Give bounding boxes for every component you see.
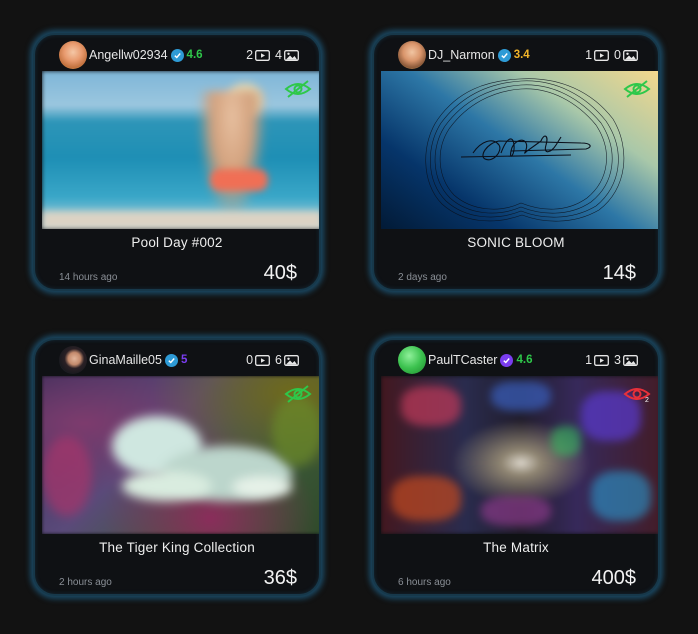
posted-time: 6 hours ago bbox=[398, 577, 451, 588]
eye-visible-icon[interactable] bbox=[284, 79, 312, 99]
video-count: 0 bbox=[246, 353, 254, 367]
username[interactable]: Angellw02934 bbox=[89, 48, 168, 62]
nft-card[interactable]: GinaMaille05 5 0 6 The Tiger King Collec… bbox=[33, 338, 321, 596]
user-score: 4.6 bbox=[186, 49, 203, 61]
price: 14$ bbox=[602, 262, 636, 284]
video-count: 1 bbox=[585, 48, 593, 62]
username[interactable]: PaulTCaster bbox=[428, 353, 497, 367]
posted-time: 2 hours ago bbox=[59, 577, 112, 588]
media-counts: 1 3 bbox=[585, 353, 638, 367]
posted-time: 2 days ago bbox=[398, 272, 447, 283]
video-count: 1 bbox=[585, 353, 593, 367]
avatar[interactable] bbox=[398, 346, 426, 374]
price: 36$ bbox=[263, 567, 297, 589]
card-image[interactable]: 2 bbox=[381, 376, 658, 534]
video-icon bbox=[594, 354, 609, 366]
media-counts: 1 0 bbox=[585, 48, 638, 62]
video-icon bbox=[255, 354, 270, 366]
video-icon bbox=[594, 49, 609, 61]
eye-badge-count: 2 bbox=[645, 397, 649, 404]
image-icon bbox=[284, 354, 299, 366]
user-score: 3.4 bbox=[513, 49, 530, 61]
avatar[interactable] bbox=[59, 41, 87, 69]
price: 40$ bbox=[263, 262, 297, 284]
media-counts: 2 4 bbox=[246, 48, 299, 62]
username[interactable]: DJ_Narmon bbox=[428, 48, 495, 62]
sonic-wave-art bbox=[425, 78, 625, 222]
verified-badge-icon bbox=[164, 353, 178, 367]
card-title[interactable]: SONIC BLOOM bbox=[374, 235, 658, 250]
posted-time: 14 hours ago bbox=[59, 272, 118, 283]
card-title[interactable]: The Tiger King Collection bbox=[35, 540, 319, 555]
user-score: 4.6 bbox=[516, 354, 533, 366]
media-counts: 0 6 bbox=[246, 353, 299, 367]
video-icon bbox=[255, 49, 270, 61]
card-header: PaulTCaster 4.6 1 3 bbox=[398, 345, 638, 375]
user-score: 5 bbox=[180, 354, 188, 366]
verified-badge-icon bbox=[170, 48, 184, 62]
card-title[interactable]: Pool Day #002 bbox=[35, 235, 319, 250]
username[interactable]: GinaMaille05 bbox=[89, 353, 162, 367]
nft-card[interactable]: Angellw02934 4.6 2 4 Pool Day #002 14 ho… bbox=[33, 33, 321, 291]
card-image[interactable] bbox=[42, 376, 319, 534]
verified-badge-icon bbox=[500, 353, 514, 367]
avatar[interactable] bbox=[398, 41, 426, 69]
video-count: 2 bbox=[246, 48, 254, 62]
card-header: Angellw02934 4.6 2 4 bbox=[59, 40, 299, 70]
image-icon bbox=[623, 49, 638, 61]
image-count: 4 bbox=[275, 48, 282, 62]
eye-visible-icon[interactable] bbox=[284, 384, 312, 404]
eye-hidden-icon[interactable]: 2 bbox=[623, 384, 651, 404]
card-header: DJ_Narmon 3.4 1 0 bbox=[398, 40, 638, 70]
image-icon bbox=[284, 49, 299, 61]
avatar[interactable] bbox=[59, 346, 87, 374]
image-icon bbox=[623, 354, 638, 366]
verified-badge-icon bbox=[497, 48, 511, 62]
card-image[interactable] bbox=[42, 71, 319, 229]
card-header: GinaMaille05 5 0 6 bbox=[59, 345, 299, 375]
image-count: 3 bbox=[614, 353, 621, 367]
image-count: 0 bbox=[614, 48, 621, 62]
image-count: 6 bbox=[275, 353, 282, 367]
eye-visible-icon[interactable] bbox=[623, 79, 651, 99]
nft-card[interactable]: PaulTCaster 4.6 1 3 2 The Matrix 6 hours… bbox=[372, 338, 660, 596]
price: 400$ bbox=[591, 567, 637, 589]
card-title[interactable]: The Matrix bbox=[374, 540, 658, 555]
nft-card[interactable]: DJ_Narmon 3.4 1 0 SONIC BLOOM 2 days ago… bbox=[372, 33, 660, 291]
card-image[interactable] bbox=[381, 71, 658, 229]
